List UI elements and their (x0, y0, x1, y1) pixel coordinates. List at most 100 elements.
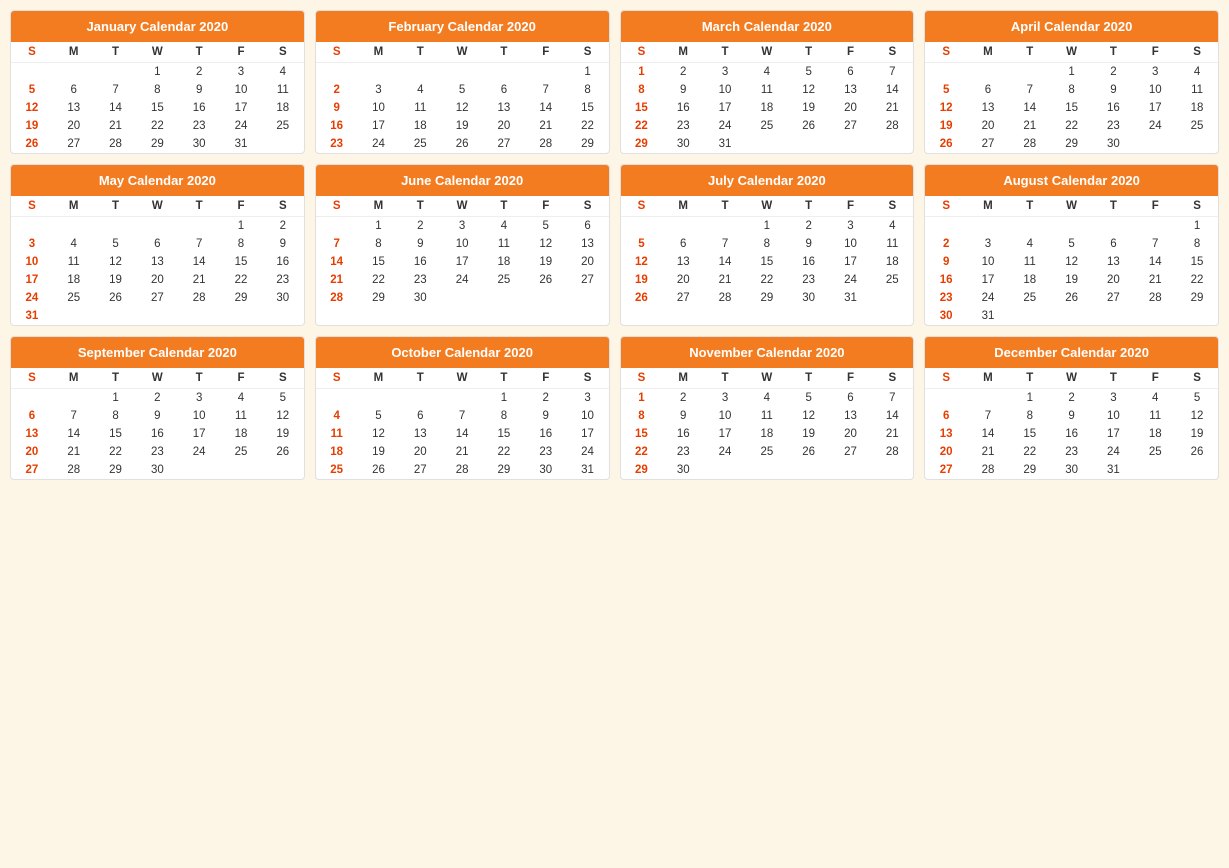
table-cell: 3 (830, 217, 872, 236)
table-cell: 17 (220, 99, 262, 117)
table-cell: 26 (441, 135, 483, 153)
day-header-2: T (399, 42, 441, 63)
table-cell: 21 (441, 443, 483, 461)
calendar-header-september: September Calendar 2020 (11, 337, 304, 368)
table-cell (11, 389, 53, 408)
table-cell: 30 (1093, 135, 1135, 153)
table-cell: 10 (441, 235, 483, 253)
table-row: 293031 (621, 135, 914, 153)
table-cell: 12 (925, 99, 967, 117)
table-cell: 22 (95, 443, 137, 461)
table-cell: 17 (11, 271, 53, 289)
table-row: 12345 (925, 389, 1218, 408)
table-cell: 14 (178, 253, 220, 271)
day-header-1: M (53, 368, 95, 389)
day-header-0: S (316, 196, 358, 217)
table-row: 24252627282930 (11, 289, 304, 307)
table-cell: 3 (358, 81, 400, 99)
table-cell: 7 (53, 407, 95, 425)
table-row: 1234 (11, 63, 304, 82)
table-cell: 8 (1009, 407, 1051, 425)
table-cell: 18 (871, 253, 913, 271)
table-cell (53, 217, 95, 236)
table-cell: 2 (136, 389, 178, 408)
table-cell: 26 (11, 135, 53, 153)
day-header-3: W (1051, 368, 1093, 389)
table-cell: 11 (220, 407, 262, 425)
table-cell (358, 389, 400, 408)
table-row: 18192021222324 (316, 443, 609, 461)
table-cell: 10 (567, 407, 609, 425)
table-cell: 5 (95, 235, 137, 253)
table-row: 6789101112 (925, 407, 1218, 425)
table-cell: 26 (788, 443, 830, 461)
day-header-1: M (358, 196, 400, 217)
table-cell: 19 (788, 425, 830, 443)
table-cell: 17 (704, 99, 746, 117)
table-cell (871, 461, 913, 479)
day-header-5: F (220, 368, 262, 389)
calendar-header-october: October Calendar 2020 (316, 337, 609, 368)
table-cell: 20 (11, 443, 53, 461)
table-cell (704, 461, 746, 479)
table-cell: 21 (525, 117, 567, 135)
calendar-december: December Calendar 2020SMTWTFS12345678910… (924, 336, 1219, 480)
calendar-table-april: SMTWTFS123456789101112131415161718192021… (925, 42, 1218, 153)
table-cell: 13 (136, 253, 178, 271)
day-header-6: S (262, 42, 304, 63)
day-header-5: F (525, 368, 567, 389)
table-cell: 20 (662, 271, 704, 289)
day-header-0: S (925, 42, 967, 63)
table-cell (788, 135, 830, 153)
table-cell: 11 (262, 81, 304, 99)
table-cell (830, 135, 872, 153)
table-cell: 15 (1051, 99, 1093, 117)
table-cell: 23 (1093, 117, 1135, 135)
table-cell: 1 (567, 63, 609, 82)
day-header-0: S (621, 196, 663, 217)
day-header-1: M (967, 368, 1009, 389)
table-cell: 20 (1093, 271, 1135, 289)
table-cell: 16 (1093, 99, 1135, 117)
table-row: 14151617181920 (316, 253, 609, 271)
table-cell: 7 (316, 235, 358, 253)
table-cell: 1 (483, 389, 525, 408)
table-cell (316, 389, 358, 408)
table-cell: 10 (967, 253, 1009, 271)
day-header-1: M (662, 368, 704, 389)
table-cell: 3 (1093, 389, 1135, 408)
table-cell: 21 (704, 271, 746, 289)
table-cell (178, 217, 220, 236)
table-cell: 23 (178, 117, 220, 135)
table-cell: 26 (95, 289, 137, 307)
table-cell: 14 (316, 253, 358, 271)
table-cell (220, 461, 262, 479)
table-cell: 23 (925, 289, 967, 307)
table-cell: 27 (830, 117, 872, 135)
table-cell: 24 (704, 117, 746, 135)
table-cell: 4 (220, 389, 262, 408)
day-header-1: M (662, 196, 704, 217)
table-cell: 24 (567, 443, 609, 461)
table-cell: 24 (704, 443, 746, 461)
table-cell (1093, 217, 1135, 236)
table-cell: 19 (1176, 425, 1218, 443)
day-header-0: S (11, 196, 53, 217)
table-row: 21222324252627 (316, 271, 609, 289)
day-header-2: T (1009, 196, 1051, 217)
table-cell: 12 (788, 81, 830, 99)
table-cell: 6 (830, 389, 872, 408)
table-cell: 4 (1134, 389, 1176, 408)
calendar-header-november: November Calendar 2020 (621, 337, 914, 368)
table-cell (53, 307, 95, 325)
day-header-3: W (441, 368, 483, 389)
day-header-2: T (704, 196, 746, 217)
table-cell: 16 (662, 99, 704, 117)
table-cell: 18 (53, 271, 95, 289)
table-cell: 3 (967, 235, 1009, 253)
table-cell: 24 (358, 135, 400, 153)
table-row: 1234567 (621, 63, 914, 82)
table-cell: 22 (136, 117, 178, 135)
table-cell (662, 217, 704, 236)
table-cell: 15 (567, 99, 609, 117)
